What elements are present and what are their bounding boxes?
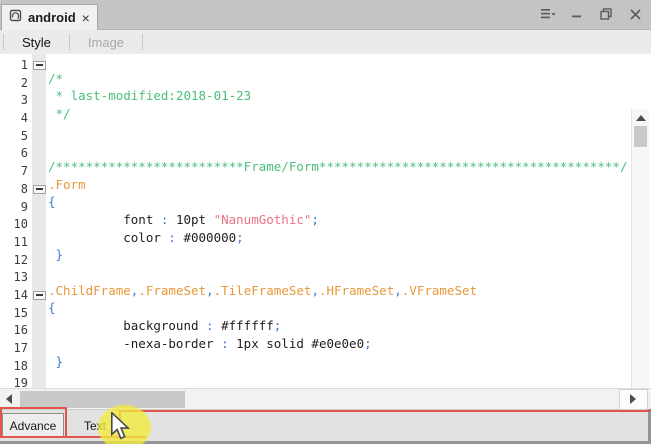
code-line: font : 10pt "NanumGothic"; bbox=[48, 211, 627, 229]
horizontal-scrollbar-thumb[interactable] bbox=[20, 391, 185, 408]
tab-image[interactable]: Image bbox=[70, 35, 142, 50]
code-line: { bbox=[48, 299, 627, 317]
code-line: * last-modified:2018-01-23 bbox=[48, 87, 627, 105]
editor-window: android × bbox=[0, 0, 651, 444]
fold-marker-icon[interactable] bbox=[33, 185, 46, 194]
vertical-scrollbar-thumb[interactable] bbox=[634, 126, 647, 147]
code-content[interactable]: /* * last-modified:2018-01-23 */ /******… bbox=[48, 70, 627, 389]
restore-icon[interactable] bbox=[598, 6, 614, 22]
document-tab-android[interactable]: android × bbox=[1, 4, 98, 30]
code-line bbox=[48, 264, 627, 282]
close-tab-icon[interactable]: × bbox=[82, 11, 90, 25]
tab-text-label: Text bbox=[84, 419, 106, 433]
tab-advance[interactable]: Advance bbox=[2, 413, 64, 438]
code-line: /*************************Frame/Form****… bbox=[48, 158, 627, 176]
code-line: background : #ffffff; bbox=[48, 317, 627, 335]
scroll-right-icon[interactable] bbox=[619, 389, 648, 411]
line-number-gutter: 12345678910111213141516171819 bbox=[0, 57, 28, 388]
code-line bbox=[48, 140, 627, 158]
tab-text[interactable]: Text bbox=[84, 413, 106, 438]
code-line bbox=[48, 123, 627, 141]
view-tab-bar: Style Image bbox=[0, 30, 651, 54]
code-line: } bbox=[48, 353, 627, 371]
code-line: */ bbox=[48, 105, 627, 123]
code-line: color : #000000; bbox=[48, 229, 627, 247]
bottom-tab-bar: Advance Text bbox=[0, 409, 651, 444]
tab-advance-label: Advance bbox=[10, 419, 57, 433]
tab-style[interactable]: Style bbox=[4, 35, 69, 50]
code-line: /* bbox=[48, 70, 627, 88]
separator bbox=[142, 34, 143, 50]
code-line: .ChildFrame,.FrameSet,.TileFrameSet,.HFr… bbox=[48, 282, 627, 300]
code-fold-margin bbox=[32, 54, 46, 388]
fold-marker-icon[interactable] bbox=[33, 291, 46, 300]
code-editor[interactable]: 12345678910111213141516171819 /* * last-… bbox=[0, 54, 651, 388]
window-controls bbox=[540, 6, 643, 22]
fold-marker-icon[interactable] bbox=[33, 61, 46, 70]
tab-list-menu-icon[interactable] bbox=[540, 6, 556, 22]
scroll-up-icon[interactable] bbox=[636, 115, 646, 121]
code-line: -nexa-border : 1px solid #e0e0e0; bbox=[48, 335, 627, 353]
vertical-scrollbar[interactable] bbox=[631, 109, 649, 388]
document-tab-bar: android × bbox=[0, 0, 651, 30]
code-line: { bbox=[48, 193, 627, 211]
close-window-icon[interactable] bbox=[627, 6, 643, 22]
document-icon bbox=[9, 9, 22, 27]
scroll-left-icon[interactable] bbox=[1, 390, 19, 409]
code-line: .Form bbox=[48, 176, 627, 194]
document-tab-title: android bbox=[28, 10, 76, 25]
minimize-icon[interactable] bbox=[569, 6, 585, 22]
horizontal-scrollbar[interactable] bbox=[0, 388, 651, 410]
code-line: } bbox=[48, 246, 627, 264]
code-line bbox=[48, 370, 627, 388]
